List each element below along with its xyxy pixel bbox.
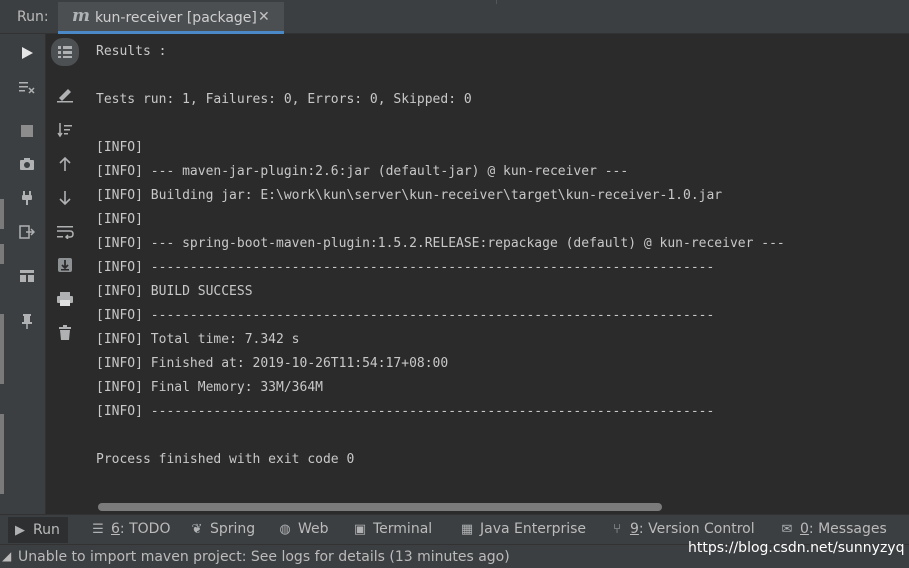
tool-window-spring[interactable]: ❦ Spring [189, 521, 256, 541]
watermark: https://blog.csdn.net/sunnyzyq [688, 540, 905, 556]
scroll-to-end-icon[interactable] [54, 254, 76, 276]
todo-icon: ☰ [92, 522, 104, 537]
console-line: Tests run: 1, Failures: 0, Errors: 0, Sk… [96, 92, 472, 107]
tool-window-web[interactable]: ◍ Web [277, 521, 329, 541]
trash-icon[interactable] [54, 322, 76, 344]
run-icon: ▶ [15, 523, 25, 538]
plug-icon[interactable] [16, 187, 38, 209]
edge-tab-marker[interactable] [0, 314, 4, 384]
tool-window-terminal[interactable]: ▣ Terminal [352, 521, 432, 541]
console-line: [INFO] Finished at: 2019-10-26T11:54:17+… [96, 356, 449, 371]
console-line: [INFO] Building jar: E:\work\kun\server\… [96, 188, 723, 203]
maven-m-icon: m [72, 6, 90, 26]
console-line: [INFO] --- spring-boot-maven-plugin:1.5.… [96, 236, 785, 251]
console-line: [INFO] Total time: 7.342 s [96, 332, 300, 347]
run-toolbar-primary [8, 34, 46, 514]
list-view-icon[interactable] [51, 38, 79, 66]
run-tool-window-header: Run: m kun-receiver [package] ✕ [0, 0, 909, 34]
rerun-icon[interactable] [16, 42, 38, 64]
terminal-icon: ▣ [353, 522, 367, 537]
tool-window-version-control[interactable]: ⑂ 9: Version Control [609, 521, 755, 541]
run-toolbar-secondary [47, 34, 83, 514]
close-icon[interactable]: ✕ [258, 9, 270, 25]
status-indicator-icon[interactable]: ◢ [2, 549, 11, 563]
left-edge-strip [0, 34, 8, 514]
camera-icon[interactable] [16, 153, 38, 175]
tool-window-version-control-label: : Version Control [638, 521, 755, 537]
tool-window-java-enterprise[interactable]: ▦ Java Enterprise [459, 521, 586, 541]
console-line: Process finished with exit code 0 [96, 452, 355, 467]
console-line: [INFO] ---------------------------------… [96, 308, 715, 323]
branch-icon: ⑂ [613, 522, 621, 537]
todo-shortcut-number: 6 [111, 521, 120, 537]
console-output[interactable]: Results : Tests run: 1, Failures: 0, Err… [84, 34, 909, 496]
msg-shortcut-number: 0 [800, 521, 809, 537]
stop-icon[interactable] [16, 120, 38, 142]
tool-window-todo-label: : TODO [119, 521, 171, 537]
vc-shortcut-number: 9 [630, 521, 639, 537]
arrow-down-icon[interactable] [54, 187, 76, 209]
console-line: [INFO] Final Memory: 33M/364M [96, 380, 323, 395]
console-line: [INFO] --- maven-jar-plugin:2.6:jar (def… [96, 164, 629, 179]
tool-window-todo[interactable]: ☰ 6: TODO [90, 521, 170, 541]
tool-window-terminal-label: Terminal [373, 521, 433, 537]
filter-clear-icon[interactable] [16, 76, 38, 98]
console-line: Results : [96, 44, 167, 59]
console-line: [INFO] [96, 212, 143, 227]
tool-window-run-label: Run [33, 522, 60, 538]
edge-tab-marker[interactable] [0, 199, 4, 229]
console-line: [INFO] ---------------------------------… [96, 260, 715, 275]
tool-window-messages[interactable]: ✉ 0: Messages [779, 521, 887, 541]
edge-tab-marker[interactable] [0, 244, 4, 264]
globe-icon: ◍ [279, 522, 291, 537]
soft-wrap-icon[interactable] [54, 221, 76, 243]
tool-window-web-label: Web [298, 521, 329, 537]
edge-tab-marker[interactable] [0, 414, 4, 494]
pin-icon[interactable] [16, 310, 38, 332]
layout-icon[interactable] [16, 265, 38, 287]
tool-window-spring-label: Spring [210, 521, 256, 537]
console-line: [INFO] ---------------------------------… [96, 404, 715, 419]
horizontal-scrollbar[interactable] [98, 503, 662, 511]
spring-leaf-icon: ❦ [191, 522, 203, 537]
console-line: [INFO] BUILD SUCCESS [96, 284, 253, 299]
run-label: Run: [17, 9, 49, 25]
tool-window-messages-label: : Messages [808, 521, 887, 537]
tool-window-java-enterprise-label: Java Enterprise [480, 521, 587, 537]
tool-window-run[interactable]: ▶ Run [8, 517, 68, 543]
messages-icon: ✉ [781, 522, 793, 537]
java-enterprise-icon: ▦ [460, 522, 474, 537]
run-tab-title: kun-receiver [package] [95, 10, 257, 26]
status-message[interactable]: Unable to import maven project: See logs… [18, 549, 510, 565]
divider [496, 0, 497, 4]
exit-icon[interactable] [16, 221, 38, 243]
edit-icon[interactable] [54, 84, 76, 106]
sort-icon[interactable] [54, 119, 76, 141]
console-line: [INFO] [96, 140, 143, 155]
arrow-up-icon[interactable] [54, 153, 76, 175]
print-icon[interactable] [54, 288, 76, 310]
run-tab-kun-receiver[interactable]: m kun-receiver [package] ✕ [58, 2, 284, 34]
